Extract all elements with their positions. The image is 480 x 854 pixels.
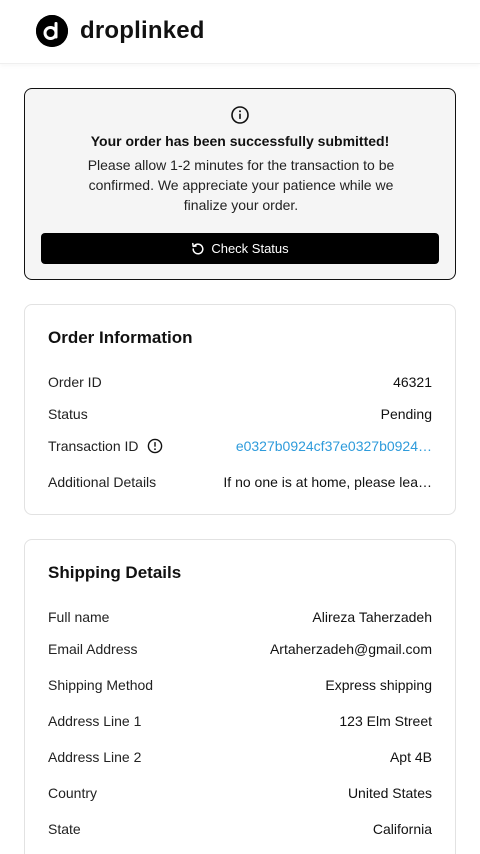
additional-details-row: Additional Details If no one is at home,… xyxy=(48,472,432,492)
country-label: Country xyxy=(48,785,98,801)
order-information-title: Order Information xyxy=(48,328,193,347)
shipping-method-value: Express shipping xyxy=(325,677,432,693)
state-row: State California xyxy=(48,819,432,839)
check-status-button[interactable]: Check Status xyxy=(41,233,439,264)
status-label: Status xyxy=(48,406,88,422)
shipping-method-row: Shipping Method Express shipping xyxy=(48,675,432,695)
check-status-label: Check Status xyxy=(211,241,289,256)
shipping-details-title: Shipping Details xyxy=(48,563,182,582)
full-name-label: Full name xyxy=(48,609,110,625)
top-header: droplinked xyxy=(0,0,480,64)
refresh-icon xyxy=(192,242,204,255)
notice-title: Your order has been successfully submitt… xyxy=(90,133,390,149)
order-id-value: 46321 xyxy=(393,374,432,390)
additional-details-label: Additional Details xyxy=(48,474,157,490)
address-line-1-value: 123 Elm Street xyxy=(339,713,432,729)
droplinked-logo-icon xyxy=(36,15,68,47)
email-value: Artaherzadeh@gmail.com xyxy=(269,641,432,657)
full-name-value: Alireza Taherzadeh xyxy=(312,609,432,625)
address-line-1-row: Address Line 1 123 Elm Street xyxy=(48,711,432,731)
order-id-row: Order ID 46321 xyxy=(48,372,432,392)
info-icon[interactable] xyxy=(147,438,163,454)
notice-message: Please allow 1-2 minutes for the transac… xyxy=(87,157,395,213)
info-icon xyxy=(231,106,249,124)
full-name-row: Full name Alireza Taherzadeh xyxy=(48,607,432,627)
address-line-1-label: Address Line 1 xyxy=(48,713,142,729)
additional-details-value: If no one is at home, please lea… xyxy=(223,474,432,490)
brand-logo[interactable]: droplinked xyxy=(36,15,205,47)
order-submitted-notice: Your order has been successfully submitt… xyxy=(24,88,456,280)
brand-name: droplinked xyxy=(80,17,205,44)
order-information-card: Order Information Order ID 46321 Status … xyxy=(24,304,456,515)
state-label: State xyxy=(48,821,81,837)
country-row: Country United States xyxy=(48,783,432,803)
transaction-id-link[interactable]: e0327b0924cf37e0327b0924… xyxy=(236,438,432,454)
state-value: California xyxy=(372,821,432,837)
address-line-2-row: Address Line 2 Apt 4B xyxy=(48,747,432,767)
shipping-details-card: Shipping Details Full name Alireza Taher… xyxy=(24,539,456,854)
order-id-label: Order ID xyxy=(48,374,102,390)
shipping-method-label: Shipping Method xyxy=(48,677,154,693)
email-row: Email Address Artaherzadeh@gmail.com xyxy=(48,639,432,659)
email-label: Email Address xyxy=(48,641,138,657)
status-value: Pending xyxy=(380,406,432,422)
address-line-2-label: Address Line 2 xyxy=(48,749,142,765)
status-row: Status Pending xyxy=(48,404,432,424)
transaction-id-row: Transaction ID e0327b0924cf37e0327b0924… xyxy=(48,436,432,456)
transaction-id-label: Transaction ID xyxy=(48,438,139,454)
address-line-2-value: Apt 4B xyxy=(389,749,432,765)
country-value: United States xyxy=(347,785,432,801)
